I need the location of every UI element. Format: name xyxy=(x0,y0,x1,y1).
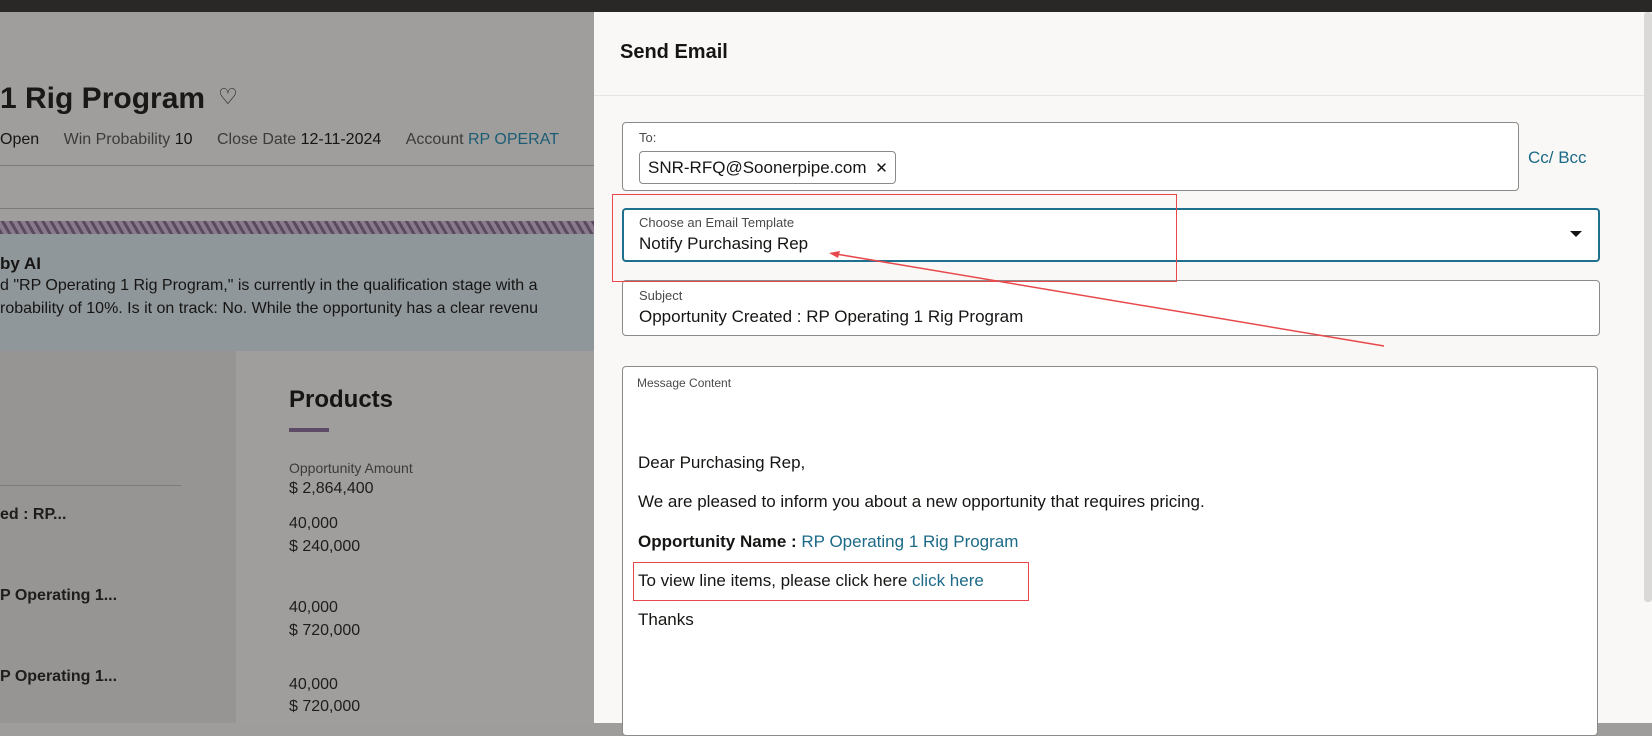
scrollbar[interactable] xyxy=(1644,12,1652,602)
annotation-arrow xyxy=(829,251,1385,347)
arrow-head xyxy=(829,251,840,258)
arrow-line xyxy=(835,253,1385,347)
